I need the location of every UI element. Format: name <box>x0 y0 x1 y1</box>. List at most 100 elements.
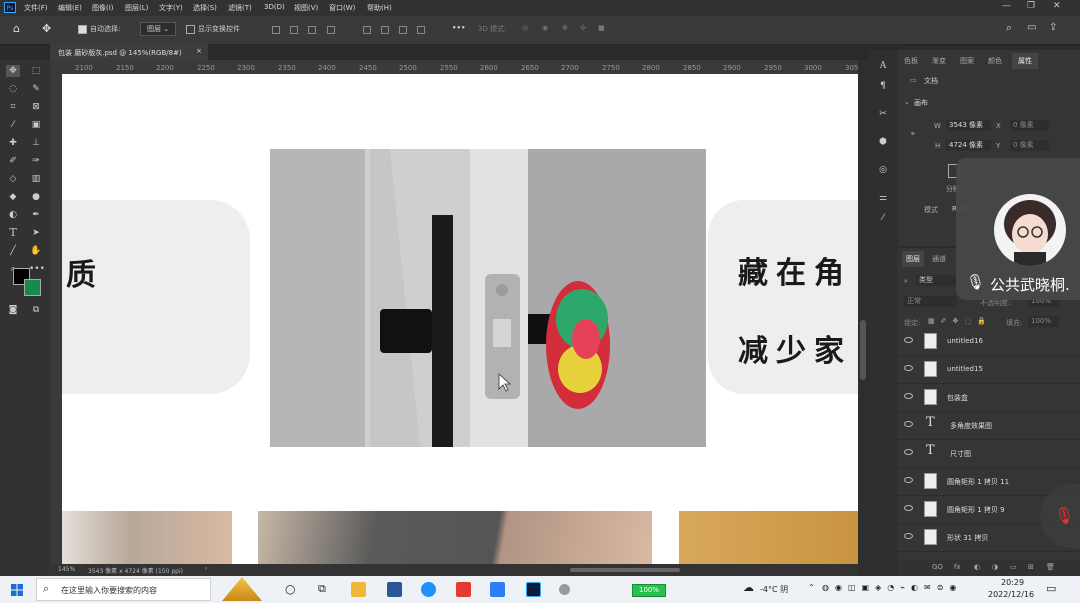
mask-icon[interactable]: ◐ <box>974 563 980 571</box>
eraser-tool-icon[interactable]: ◇ <box>6 173 20 185</box>
line-tool-icon[interactable]: ╱ <box>6 245 20 257</box>
canvas-scroll-thumb[interactable] <box>860 320 866 380</box>
layer-row[interactable]: untitled15 <box>898 356 1080 384</box>
layer-row[interactable]: 包装盒 <box>898 384 1080 412</box>
distribute-left-icon[interactable] <box>363 26 371 34</box>
paragraph-panel-icon[interactable]: ¶ <box>876 80 890 92</box>
distribute-top-icon[interactable] <box>417 26 425 34</box>
blend-mode-dropdown[interactable]: 正常 <box>904 296 957 307</box>
layer-row[interactable]: untitled16 <box>898 328 1080 356</box>
menu-layer[interactable]: 图层(L) <box>125 3 148 13</box>
frame-tool-icon[interactable]: ⊠ <box>29 101 43 113</box>
properties-panel-icon[interactable]: ⚌ <box>876 192 890 204</box>
restore-button[interactable]: ❐ <box>1027 1 1035 11</box>
stamp-tool-icon[interactable]: ⊥ <box>29 137 43 149</box>
path-select-icon[interactable]: ➤ <box>29 227 43 239</box>
tray-arrow-icon[interactable]: ⌃ <box>808 583 815 592</box>
x-field[interactable]: 0 像素 <box>1010 120 1049 131</box>
layer-filter-dropdown[interactable]: 类型 <box>916 275 959 286</box>
marquee-tool-icon[interactable]: ⬚ <box>29 65 43 77</box>
menu-image[interactable]: 图像(I) <box>92 3 114 13</box>
microphone-icon[interactable]: 🎙 <box>966 273 985 291</box>
clock-date[interactable]: 2022/12/16 <box>988 590 1034 599</box>
home-icon[interactable]: ⌂ <box>13 22 20 35</box>
browser-icon[interactable] <box>421 582 436 597</box>
paint-bucket-icon[interactable]: ◆ <box>6 191 20 203</box>
visibility-eye-icon[interactable] <box>904 337 913 343</box>
dodge-tool-icon[interactable]: ◐ <box>6 209 20 221</box>
character-panel-icon[interactable]: A <box>876 60 890 72</box>
tab-patterns[interactable]: 图案 <box>960 56 974 66</box>
menu-3d[interactable]: 3D(D) <box>264 3 285 11</box>
move-tool-icon[interactable]: ✥ <box>6 65 20 77</box>
layer-row[interactable]: T 尺寸图 <box>898 440 1080 468</box>
align-top-icon[interactable] <box>327 26 335 34</box>
meeting-app-icon[interactable] <box>490 582 505 597</box>
word-icon[interactable] <box>387 582 402 597</box>
tab-properties[interactable]: 属性 <box>1012 53 1038 69</box>
object-tool-icon[interactable]: ▣ <box>29 119 43 131</box>
auto-select-checkbox[interactable]: 自动选择: <box>78 24 120 34</box>
minimize-button[interactable]: — <box>1002 1 1011 11</box>
trash-icon[interactable]: 🗑 <box>1046 563 1055 571</box>
document-tab-close[interactable]: × <box>196 47 202 55</box>
menu-view[interactable]: 视图(V) <box>294 3 318 13</box>
horizontal-scrollbar[interactable] <box>570 568 680 572</box>
3d-camera-icon[interactable]: ■ <box>598 24 605 32</box>
zoom-level[interactable]: 145% <box>58 566 75 573</box>
type-tool-icon[interactable]: T <box>6 227 20 239</box>
auto-select-dropdown[interactable]: 图层 ⌄ <box>140 22 177 36</box>
history-brush-icon[interactable]: ✑ <box>29 155 43 167</box>
tab-color[interactable]: 颜色 <box>988 56 1002 66</box>
show-transform-checkbox[interactable]: 显示变换控件 <box>186 24 240 34</box>
background-color-swatch[interactable] <box>24 279 41 296</box>
tab-gradients[interactable]: 渐变 <box>932 56 946 66</box>
edit-toolbar-icon[interactable]: ••• <box>29 263 45 275</box>
tab-swatches[interactable]: 色板 <box>904 56 918 66</box>
3d-drag-icon[interactable]: ✥ <box>562 24 568 32</box>
search-icon[interactable]: ⌕ <box>1006 21 1012 35</box>
tab-channels[interactable]: 通道 <box>932 254 946 264</box>
visibility-eye-icon[interactable] <box>904 421 913 427</box>
gradient-tool-icon[interactable]: ▥ <box>29 173 43 185</box>
menu-select[interactable]: 选择(S) <box>193 3 217 13</box>
blur-tool-icon[interactable]: ● <box>29 191 43 203</box>
visibility-eye-icon[interactable] <box>904 365 913 371</box>
menu-edit[interactable]: 编辑(E) <box>58 3 82 13</box>
distribute-center-icon[interactable] <box>381 26 389 34</box>
screen-mode-icon[interactable]: ⧉ <box>29 304 43 316</box>
photoshop-taskbar-icon[interactable] <box>526 582 541 597</box>
brush-tool-icon[interactable]: ✐ <box>6 155 20 167</box>
windows-start-icon[interactable] <box>11 584 23 596</box>
height-field[interactable]: 4724 像素 <box>946 140 991 151</box>
3d-slide-icon[interactable]: ✣ <box>580 24 586 32</box>
align-left-icon[interactable] <box>272 26 280 34</box>
document-canvas[interactable]: 质 藏在角 减少家 <box>62 74 858 564</box>
link-layers-icon[interactable]: GO <box>932 563 943 571</box>
hand-tool-icon[interactable]: ✋ <box>29 245 43 257</box>
new-layer-icon[interactable]: ⊞ <box>1028 563 1034 571</box>
taskbar-search[interactable]: ⌕ 在这里输入你要搜索的内容 <box>36 577 262 601</box>
fx-icon[interactable]: fx <box>954 563 961 571</box>
workspace-icon[interactable]: ▭ <box>1027 22 1036 33</box>
weather-text[interactable]: -4°C 阴 <box>760 584 788 595</box>
task-view-icon[interactable]: ⧉ <box>318 582 326 596</box>
visibility-eye-icon[interactable] <box>904 533 913 539</box>
fill-field[interactable]: 100% <box>1028 316 1059 327</box>
quick-mask-icon[interactable]: ◙ <box>6 304 20 316</box>
y-field[interactable]: 0 像素 <box>1010 140 1049 151</box>
canvas-vertical-scrollbar[interactable] <box>858 60 868 576</box>
chevron-down-icon[interactable]: ⌄ <box>904 98 910 106</box>
crop-tool-icon[interactable]: ⌗ <box>6 101 20 113</box>
status-arrow-icon[interactable]: › <box>205 565 207 572</box>
align-center-icon[interactable] <box>290 26 298 34</box>
cortana-icon[interactable]: ○ <box>285 582 295 596</box>
lasso-tool-icon[interactable]: ◌ <box>6 83 20 95</box>
menu-window[interactable]: 窗口(W) <box>329 3 355 13</box>
pen-tool-icon[interactable]: ✒ <box>29 209 43 221</box>
menu-help[interactable]: 帮助(H) <box>367 3 392 13</box>
share-icon[interactable]: ⇪ <box>1049 22 1057 33</box>
tab-layers[interactable]: 图层 <box>902 251 924 267</box>
visibility-eye-icon[interactable] <box>904 505 913 511</box>
brush-settings-icon[interactable]: ⁄ <box>876 212 890 224</box>
